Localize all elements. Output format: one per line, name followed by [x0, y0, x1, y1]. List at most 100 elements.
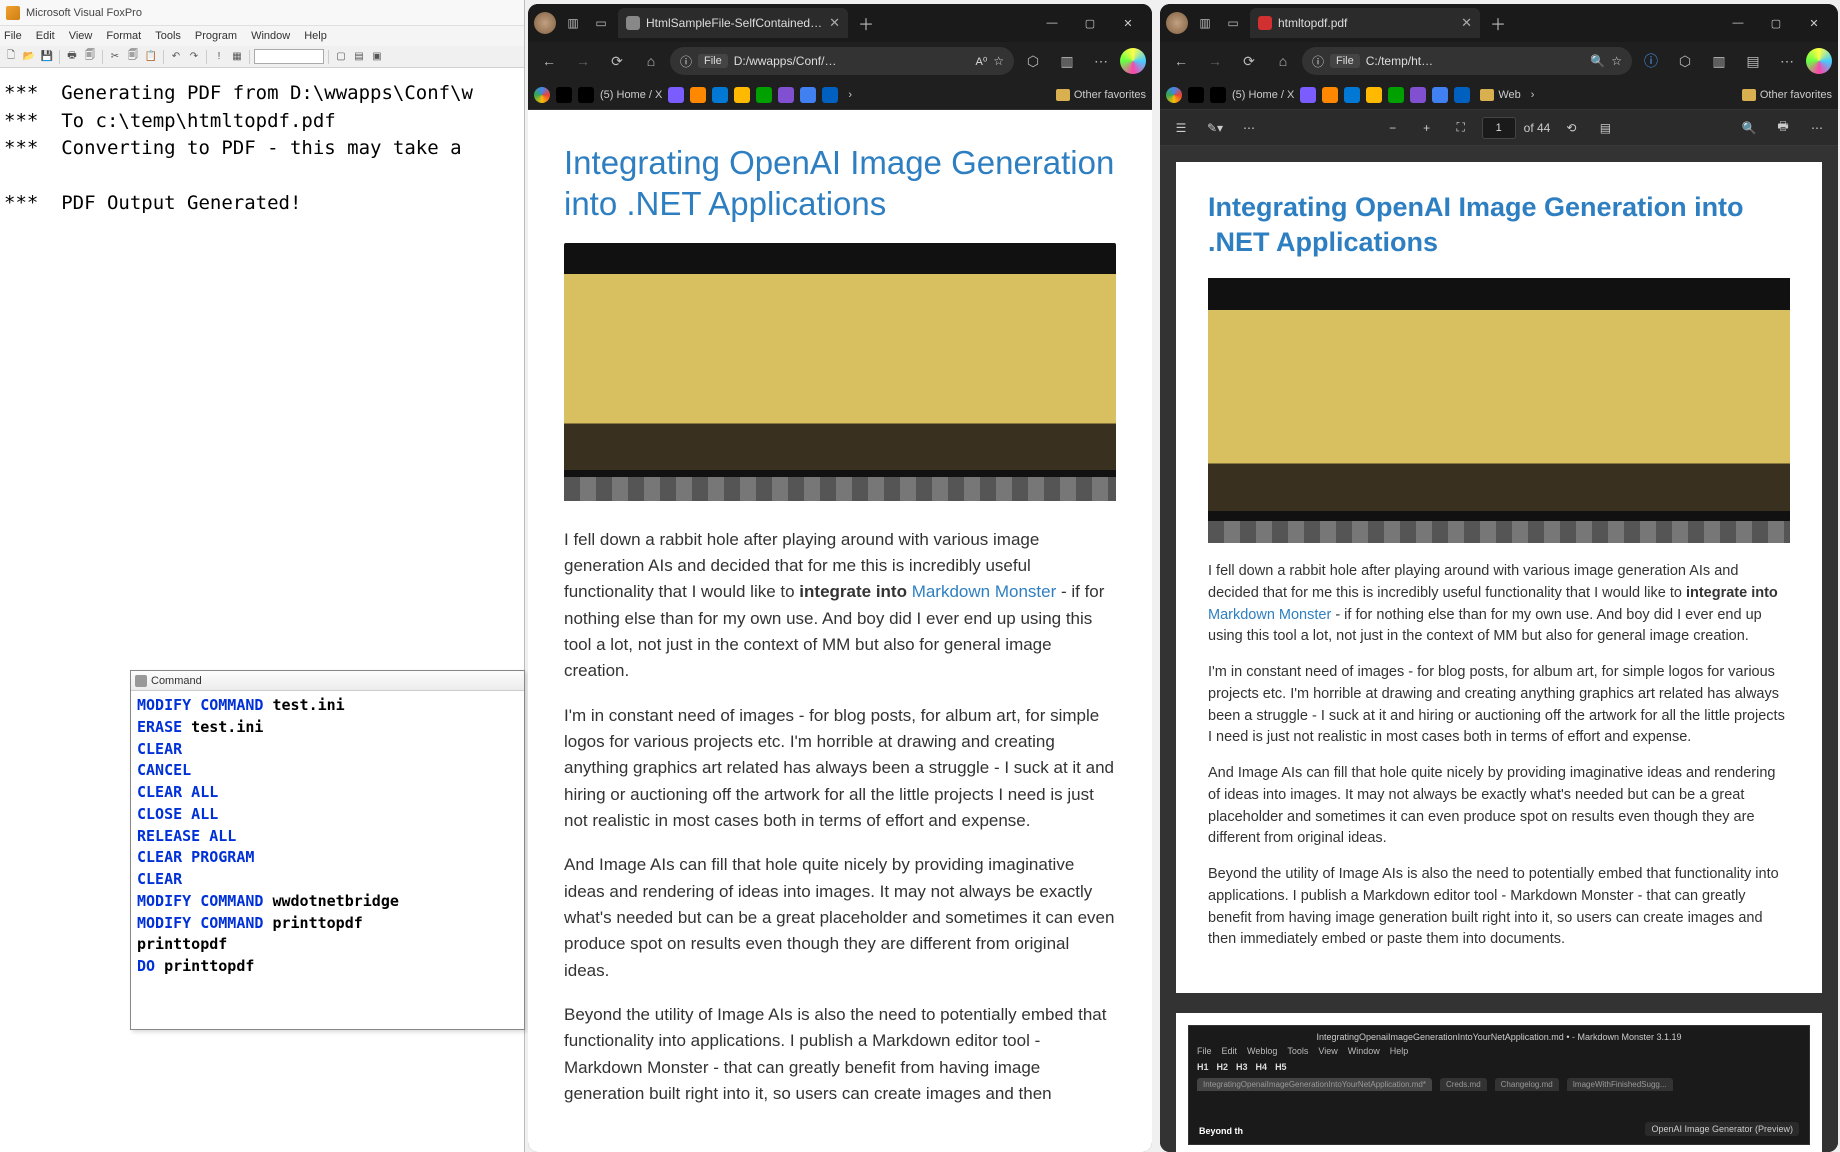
modify-icon[interactable]: ▦	[229, 49, 245, 65]
redo-icon[interactable]: ↷	[186, 49, 202, 65]
x-fav-icon[interactable]	[1188, 87, 1204, 103]
fav-icon-4[interactable]	[1366, 87, 1382, 103]
menu-program[interactable]: Program	[195, 30, 237, 42]
workspaces-icon[interactable]: ▥	[1194, 12, 1216, 34]
paste-icon[interactable]: 📋	[143, 49, 159, 65]
new-icon[interactable]: 🗋	[3, 49, 19, 65]
pdf-more-icon[interactable]: ⋯	[1236, 115, 1262, 141]
more-icon[interactable]: ⋯	[1772, 46, 1802, 76]
fav-icon-6[interactable]	[1410, 87, 1426, 103]
save-icon[interactable]: 💾	[39, 49, 55, 65]
html-content[interactable]: Integrating OpenAI Image Generation into…	[528, 110, 1152, 1152]
preview-icon[interactable]: 🗐	[82, 49, 98, 65]
fav-icon-5[interactable]	[756, 87, 772, 103]
x2-fav-icon[interactable]	[578, 87, 594, 103]
open-icon[interactable]: 📂	[21, 49, 37, 65]
menu-edit[interactable]: Edit	[36, 30, 55, 42]
menu-help[interactable]: Help	[304, 30, 327, 42]
site-info-icon[interactable]: ⓘ	[1312, 53, 1324, 70]
maximize-button[interactable]: ▢	[1072, 10, 1108, 36]
back-button[interactable]: ←	[1166, 46, 1196, 76]
pdf-toolbar[interactable]: ☰ ✎▾ ⋯ − + ⛶ of 44 ⟲ ▤ 🔍 🖶 ⋯	[1160, 110, 1838, 146]
more-icon[interactable]: ⋯	[1086, 46, 1116, 76]
browser-addressbar[interactable]: ← → ⟳ ⌂ ⓘ File D:/wwapps/Conf/… A⁰ ☆ ⬡ ▥…	[528, 42, 1152, 80]
profile-avatar[interactable]	[1166, 12, 1188, 34]
command-window-body[interactable]: MODIFY COMMAND test.iniERASE test.iniCLE…	[131, 691, 524, 982]
browser-tabbar[interactable]: ▥ ▭ HtmlSampleFile-SelfContained.ht ✕ ＋ …	[528, 4, 1152, 42]
fav-icon-7[interactable]	[1432, 87, 1448, 103]
fav-overflow-icon[interactable]: ›	[1531, 89, 1535, 101]
google-fav-icon[interactable]	[534, 87, 550, 103]
fav-icon-3[interactable]	[1344, 87, 1360, 103]
extensions-icon[interactable]: ⬡	[1018, 46, 1048, 76]
command-window-titlebar[interactable]: Command	[131, 671, 524, 691]
fav-icon-1[interactable]	[1300, 87, 1316, 103]
site-info-icon[interactable]: ⓘ	[680, 53, 692, 70]
page-number-input[interactable]	[1482, 117, 1516, 139]
contents-icon[interactable]: ☰	[1168, 115, 1194, 141]
web-folder[interactable]: Web	[1480, 89, 1520, 101]
draw-icon[interactable]: ✎▾	[1202, 115, 1228, 141]
back-button[interactable]: ←	[534, 46, 564, 76]
extensions-icon[interactable]: ⬡	[1670, 46, 1700, 76]
collections-icon[interactable]: ▥	[1052, 46, 1082, 76]
find-icon[interactable]: 🔍	[1590, 54, 1605, 68]
home-button[interactable]: ⌂	[1268, 46, 1298, 76]
url-field[interactable]: ⓘ File D:/wwapps/Conf/… A⁰ ☆	[670, 47, 1014, 75]
new-tab-button[interactable]: ＋	[854, 11, 878, 35]
close-button[interactable]: ✕	[1110, 10, 1146, 36]
pdf-viewport[interactable]: Integrating OpenAI Image Generation into…	[1160, 146, 1838, 1152]
info-icon[interactable]: ⓘ	[1636, 46, 1666, 76]
forward-button[interactable]: →	[1200, 46, 1230, 76]
minimize-button[interactable]: —	[1034, 10, 1070, 36]
print-icon[interactable]: 🖶	[1770, 115, 1796, 141]
window-icon[interactable]: ▣	[369, 49, 385, 65]
rotate-icon[interactable]: ⟲	[1558, 115, 1584, 141]
fav-icon-7[interactable]	[800, 87, 816, 103]
refresh-button[interactable]: ⟳	[1234, 46, 1264, 76]
foxpro-toolbar[interactable]: 🗋 📂 💾 🖶 🗐 ✂ 🗐 📋 ↶ ↷ ! ▦ ▢ ▤ ▣	[0, 46, 524, 68]
fav-icon-2[interactable]	[690, 87, 706, 103]
search-icon[interactable]: 🔍	[1736, 115, 1762, 141]
maximize-button[interactable]: ▢	[1758, 10, 1794, 36]
split-icon[interactable]: ▤	[1738, 46, 1768, 76]
profile-avatar[interactable]	[534, 12, 556, 34]
cut-icon[interactable]: ✂	[107, 49, 123, 65]
form-icon[interactable]: ▢	[333, 49, 349, 65]
google-fav-icon[interactable]	[1166, 87, 1182, 103]
read-aloud-icon[interactable]: A⁰	[975, 55, 987, 68]
browser-addressbar[interactable]: ← → ⟳ ⌂ ⓘ File C:/temp/ht… 🔍 ☆ ⓘ ⬡ ▥ ▤ ⋯	[1160, 42, 1838, 80]
close-button[interactable]: ✕	[1796, 10, 1832, 36]
close-icon[interactable]: ✕	[1461, 15, 1472, 31]
tab-actions-icon[interactable]: ▭	[590, 12, 612, 34]
menu-format[interactable]: Format	[106, 30, 141, 42]
favorite-icon[interactable]: ☆	[993, 54, 1004, 68]
fav-icon-8[interactable]	[1454, 87, 1470, 103]
other-favorites-folder[interactable]: Other favorites	[1056, 89, 1146, 101]
tab-actions-icon[interactable]: ▭	[1222, 12, 1244, 34]
refresh-button[interactable]: ⟳	[602, 46, 632, 76]
workspaces-icon[interactable]: ▥	[562, 12, 584, 34]
url-field[interactable]: ⓘ File C:/temp/ht… 🔍 ☆	[1302, 47, 1632, 75]
minimize-button[interactable]: —	[1720, 10, 1756, 36]
menu-file[interactable]: File	[4, 30, 22, 42]
browser-tabbar[interactable]: ▥ ▭ htmltopdf.pdf ✕ ＋ — ▢ ✕	[1160, 4, 1838, 42]
x2-fav-icon[interactable]	[1210, 87, 1226, 103]
foxpro-menubar[interactable]: FileEditViewFormatToolsProgramWindowHelp	[0, 26, 524, 46]
fav-icon-8[interactable]	[822, 87, 838, 103]
home-button[interactable]: ⌂	[636, 46, 666, 76]
fav-icon-3[interactable]	[712, 87, 728, 103]
command-window[interactable]: Command MODIFY COMMAND test.iniERASE tes…	[130, 670, 525, 1030]
collections-icon[interactable]: ▥	[1704, 46, 1734, 76]
forward-button[interactable]: →	[568, 46, 598, 76]
command-input[interactable]	[254, 49, 324, 64]
fav-link-home[interactable]: (5) Home / X	[600, 89, 662, 101]
fav-icon-1[interactable]	[668, 87, 684, 103]
fav-icon-2[interactable]	[1322, 87, 1338, 103]
db-icon[interactable]: ▤	[351, 49, 367, 65]
copilot-icon[interactable]	[1806, 48, 1832, 74]
other-favorites-folder[interactable]: Other favorites	[1742, 89, 1832, 101]
menu-window[interactable]: Window	[251, 30, 290, 42]
close-icon[interactable]: ✕	[829, 15, 840, 31]
browser-tab[interactable]: HtmlSampleFile-SelfContained.ht ✕	[618, 8, 848, 38]
